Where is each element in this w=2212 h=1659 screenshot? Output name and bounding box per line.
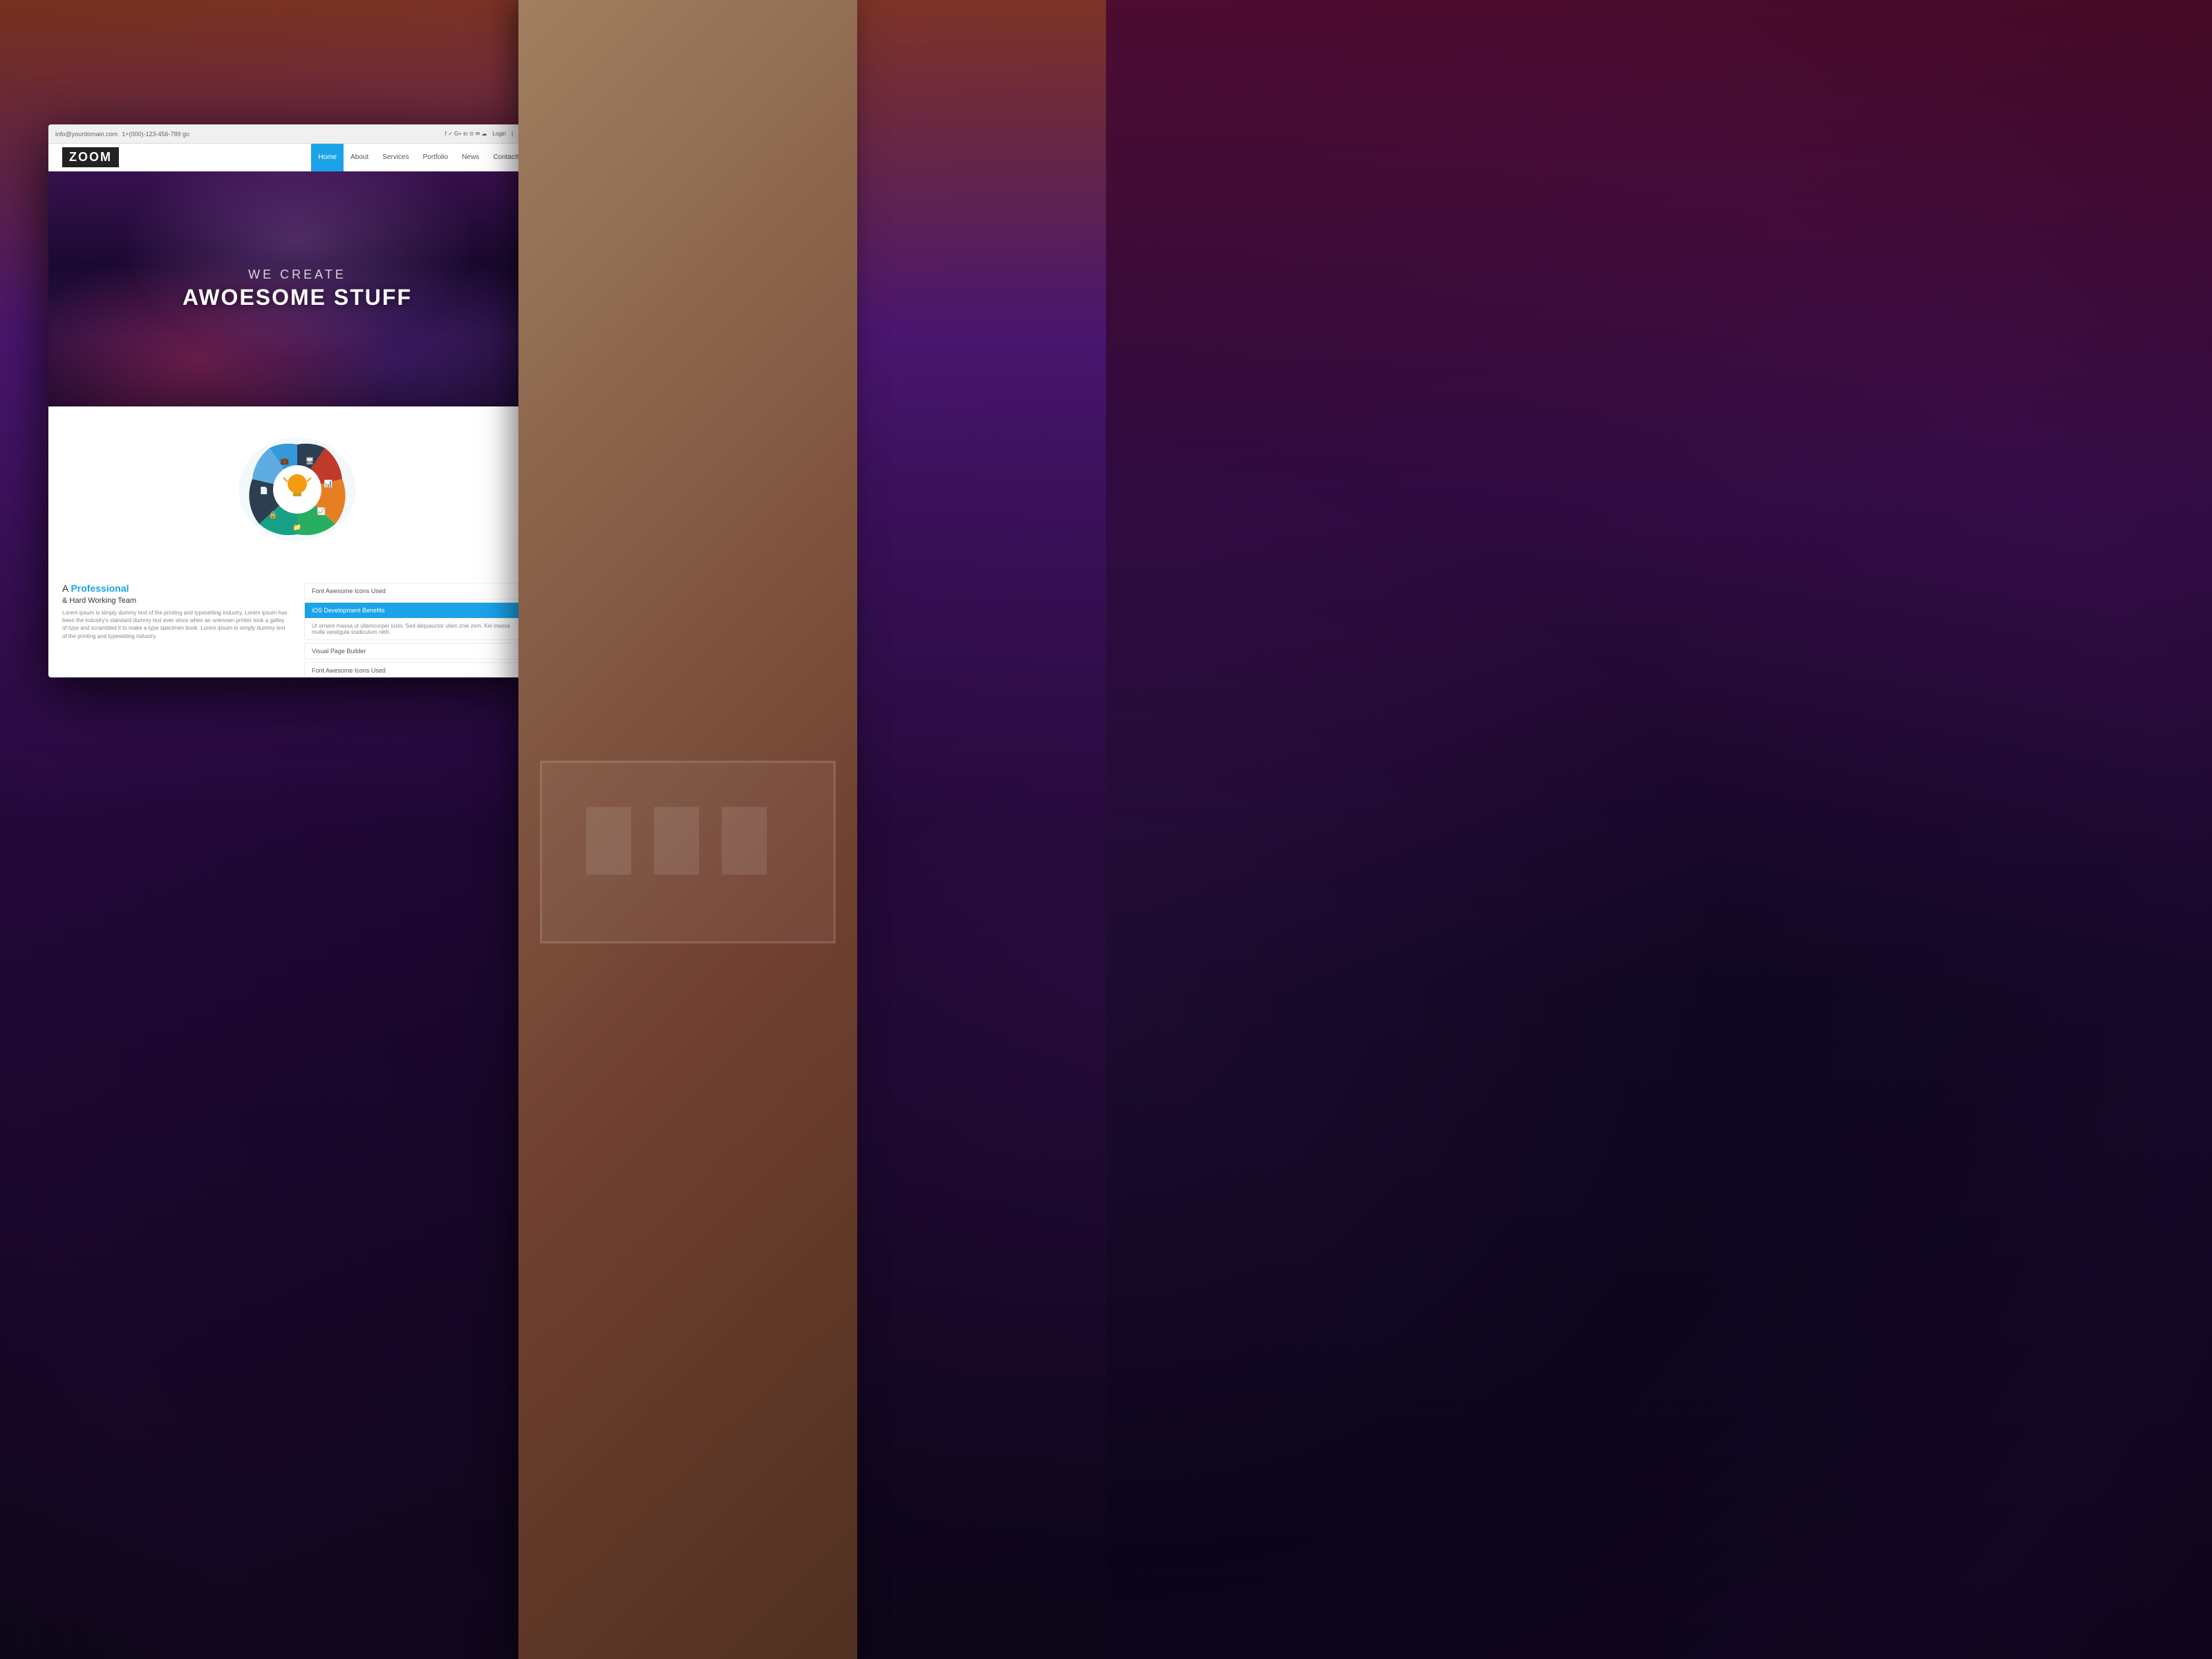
- nav-news[interactable]: News: [455, 144, 486, 171]
- logo: ZOOM: [62, 147, 119, 167]
- r-portfolio-thumb-2[interactable]: [690, 913, 841, 996]
- services-wheel: 💼 🖥 📊 📈 📁 🔒 📄: [228, 427, 366, 552]
- email-info: info@yourdomain.com: [55, 131, 118, 138]
- hero-title: AWOESOME STUFF: [182, 285, 412, 310]
- nav-home[interactable]: Home: [311, 144, 344, 171]
- bg-right: [1106, 0, 2212, 1659]
- svg-text:📁: 📁: [293, 524, 301, 532]
- svg-text:🔒: 🔒: [269, 511, 277, 519]
- svg-text:📈: 📈: [317, 507, 326, 516]
- hero-subtitle: WE CREATE: [182, 268, 412, 282]
- nav-bar: ZOOM Home About Services Portfolio News …: [48, 144, 546, 171]
- svg-text:🖥: 🖥: [306, 457, 315, 465]
- accordion-header-1[interactable]: Font Awesome Icons Used +: [305, 583, 532, 599]
- svg-text:📄: 📄: [260, 486, 268, 495]
- browser-window-left: info@yourdomain.com 1+(000)-123-456-789 …: [48, 124, 546, 677]
- nav-links: Home About Services Portfolio News Conta…: [311, 144, 532, 171]
- services-wheel-section: 💼 🖥 📊 📈 📁 🔒 📄: [48, 406, 546, 576]
- accordion-item-4: Font Awesome Icons Used +: [304, 662, 532, 677]
- accordion-body-2: Ut ornare massa ut ullamcorper iusto. Se…: [305, 618, 532, 639]
- login-link[interactable]: Login: [493, 131, 507, 137]
- accordion-item-2: iOS Development Benefits − Ut ornare mas…: [304, 602, 532, 640]
- accordion-label-2: iOS Development Benefits: [312, 607, 385, 614]
- r-portfolio-section: Our Amazing Portfolio WEB DESIGN PRINT M…: [518, 862, 857, 1010]
- team-info-section: A Professional & Hard Working Team Lorem…: [48, 576, 546, 677]
- accordion-label-3: Visual Page Builder: [312, 648, 366, 655]
- svg-text:💼: 💼: [281, 458, 290, 465]
- accordion-header-4[interactable]: Font Awesome Icons Used +: [305, 663, 532, 677]
- nav-services[interactable]: Services: [375, 144, 415, 171]
- accordion-item-1: Font Awesome Icons Used +: [304, 583, 532, 599]
- team-subtitle: & Hard Working Team: [62, 597, 290, 605]
- hero-section: WE CREATE AWOESOME STUFF: [48, 171, 546, 406]
- svg-text:📊: 📊: [324, 479, 332, 488]
- accordion-section: Font Awesome Icons Used + iOS Developmen…: [304, 583, 532, 677]
- team-title: A Professional: [62, 583, 290, 594]
- accordion-header-2[interactable]: iOS Development Benefits −: [305, 603, 532, 618]
- accordion-header-3[interactable]: Visual Page Builder +: [305, 644, 532, 659]
- accordion-label-4: Font Awesome Icons Used: [312, 667, 386, 674]
- browser-topbar: info@yourdomain.com 1+(000)-123-456-789 …: [48, 124, 546, 144]
- social-icons: f ✓ G+ in ⊙ ✉ ☁: [445, 131, 487, 137]
- nav-about[interactable]: About: [344, 144, 375, 171]
- phone-info: 1+(000)-123-456-789 go: [122, 131, 189, 138]
- r-portfolio-images: [535, 913, 841, 996]
- accordion-item-3: Visual Page Builder +: [304, 643, 532, 659]
- hero-text: WE CREATE AWOESOME STUFF: [182, 268, 412, 310]
- nav-portfolio[interactable]: Portfolio: [416, 144, 456, 171]
- team-text: Lorem ipsum is simply dummy text of the …: [62, 609, 290, 640]
- accordion-label-1: Font Awesome Icons Used: [312, 588, 386, 594]
- browser-panel-right: ✎ Creative Design Lorem ipsum dolor sit …: [518, 0, 857, 1659]
- team-text-left: A Professional & Hard Working Team Lorem…: [62, 583, 290, 677]
